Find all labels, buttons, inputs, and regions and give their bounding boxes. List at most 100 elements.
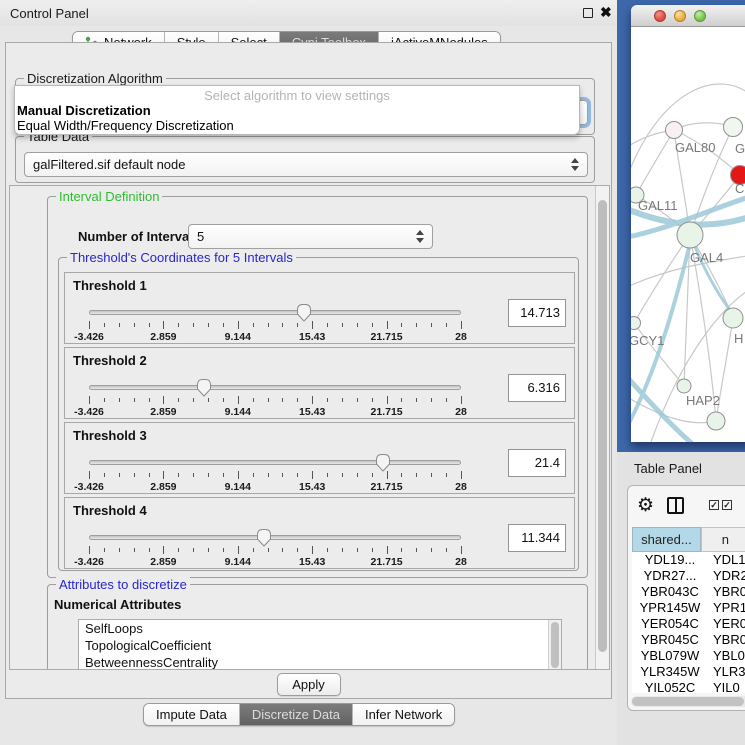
minimize-traffic-light-icon[interactable] xyxy=(674,10,686,22)
node-label: GAL4 xyxy=(690,250,723,265)
column-header-shared-name[interactable]: shared... xyxy=(632,527,701,552)
node-label: GAL80 xyxy=(675,140,715,155)
network-node[interactable] xyxy=(724,118,743,137)
table-cell[interactable]: YDR2 xyxy=(708,568,745,584)
column-header-name[interactable]: n xyxy=(701,527,745,552)
control-panel-titlebar: Control Panel ✖ xyxy=(0,0,617,26)
table-cell[interactable]: YBR0 xyxy=(708,584,745,600)
network-window-titlebar xyxy=(631,5,745,27)
algorithm-popup-placeholder: Select algorithm to view settings xyxy=(15,88,579,103)
table-horizontal-scrollbar[interactable] xyxy=(631,696,745,707)
threshold-2-slider-handle[interactable] xyxy=(196,378,213,397)
cyni-mode-tabs: Impute Data Discretize Data Infer Networ… xyxy=(143,703,455,726)
node-label: H xyxy=(734,331,743,346)
tab-infer-network[interactable]: Infer Network xyxy=(353,704,454,725)
table-toolbar: ⚙ ✓ ✓ xyxy=(628,492,745,522)
table-row[interactable]: YDL19...YDL1 xyxy=(632,552,745,568)
zoom-traffic-light-icon[interactable] xyxy=(694,10,706,22)
table-cell[interactable]: YDL1 xyxy=(708,552,745,568)
number-of-intervals-label: Number of Intervals xyxy=(78,229,200,244)
table-panel-section: Table Panel ⚙ ✓ ✓ shared... n YDL19...YD… xyxy=(617,452,745,745)
threshold-3-slider-track[interactable] xyxy=(89,460,461,465)
table-cell[interactable]: YLR345W xyxy=(632,664,708,680)
network-node[interactable] xyxy=(707,412,725,430)
table-row[interactable]: YBR043CYBR0 xyxy=(632,584,745,600)
tab-impute-data[interactable]: Impute Data xyxy=(144,704,240,725)
gear-icon[interactable]: ⚙ xyxy=(637,494,654,517)
threshold-1-label: Threshold 1 xyxy=(73,278,147,293)
table-cell[interactable]: YBL079W xyxy=(632,648,708,664)
threshold-4-value[interactable]: 11.344 xyxy=(508,524,566,552)
table-cell[interactable]: YDR27... xyxy=(632,568,708,584)
number-of-intervals-combobox[interactable]: 5 xyxy=(188,224,433,249)
threshold-3-slider-handle[interactable] xyxy=(374,453,391,472)
network-node[interactable] xyxy=(723,308,743,328)
list-scrollbar[interactable] xyxy=(548,620,561,670)
slider-ticks xyxy=(89,546,461,555)
network-node[interactable] xyxy=(666,122,683,139)
network-node[interactable] xyxy=(631,317,641,330)
table-cell[interactable]: YBR043C xyxy=(632,584,708,600)
table-cell[interactable]: YPR145W xyxy=(632,600,708,616)
threshold-4-slider-track[interactable] xyxy=(89,535,461,540)
desktop-background: GAL80 GA C GAL11 GAL4 GCY1 H HAP2 xyxy=(617,0,745,452)
table-row[interactable]: YER054CYER0 xyxy=(632,616,745,632)
threshold-1-slider-handle[interactable] xyxy=(295,303,312,322)
threshold-4-box: Threshold 4 -3.4262.8599.14415.4321.7152… xyxy=(64,497,575,569)
slider-ticks xyxy=(89,396,461,405)
settings-scrollbar[interactable] xyxy=(595,186,609,669)
close-traffic-light-icon[interactable] xyxy=(654,10,666,22)
attribute-item[interactable]: TopologicalCoefficient xyxy=(79,637,561,654)
table-row[interactable]: YIL052CYIL0 xyxy=(632,680,745,693)
popup-option-equal-width-frequency[interactable]: Equal Width/Frequency Discretization xyxy=(17,118,234,133)
number-of-intervals-value: 5 xyxy=(197,229,204,244)
threshold-2-slider-track[interactable] xyxy=(89,385,461,390)
cyni-toolbox-panel: Discretization Algorithm Select algorith… xyxy=(5,42,612,699)
table-cell[interactable]: YIL0 xyxy=(708,680,745,693)
table-cell[interactable]: YIL052C xyxy=(632,680,708,693)
table-row[interactable]: YBR045CYBR0 xyxy=(632,632,745,648)
table-cell[interactable]: YLR3 xyxy=(708,664,745,680)
threshold-1-slider-track[interactable] xyxy=(89,310,461,315)
table-data-group: Table Data galFiltered.sif default node xyxy=(15,136,595,183)
close-icon[interactable]: ✖ xyxy=(600,4,612,21)
popup-option-manual-discretization[interactable]: Manual Discretization xyxy=(17,103,151,118)
numerical-attributes-list[interactable]: SelfLoopsTopologicalCoefficientBetweenne… xyxy=(78,619,562,670)
attribute-item[interactable]: BetweennessCentrality xyxy=(79,654,561,670)
thresholds-group-title: Threshold's Coordinates for 5 Intervals xyxy=(67,250,296,265)
attribute-item[interactable]: SelfLoops xyxy=(79,620,561,637)
checkbox-icon[interactable]: ✓ xyxy=(722,500,732,510)
network-node[interactable] xyxy=(677,379,691,393)
table-cell[interactable]: YPR1 xyxy=(708,600,745,616)
table-cell[interactable]: YBL0 xyxy=(708,648,745,664)
table-data-combobox[interactable]: galFiltered.sif default node xyxy=(24,152,588,177)
network-canvas[interactable]: GAL80 GA C GAL11 GAL4 GCY1 H HAP2 xyxy=(631,27,745,442)
split-pane-icon[interactable] xyxy=(667,497,684,514)
table-row[interactable]: YPR145WYPR1 xyxy=(632,600,745,616)
network-view-window: GAL80 GA C GAL11 GAL4 GCY1 H HAP2 xyxy=(631,5,745,442)
discretization-algorithm-title: Discretization Algorithm xyxy=(24,71,166,86)
threshold-4-slider-handle[interactable] xyxy=(255,528,272,547)
table-cell[interactable]: YBR0 xyxy=(708,632,745,648)
apply-button[interactable]: Apply xyxy=(277,673,341,696)
tab-discretize-data[interactable]: Discretize Data xyxy=(240,704,353,725)
table-row[interactable]: YDR27...YDR2 xyxy=(632,568,745,584)
network-graph: GAL80 GA C GAL11 GAL4 GCY1 H HAP2 xyxy=(631,27,745,442)
table-cell[interactable]: YER0 xyxy=(708,616,745,632)
threshold-3-value[interactable]: 21.4 xyxy=(508,449,566,477)
thresholds-group: Threshold's Coordinates for 5 Intervals … xyxy=(58,257,579,571)
network-node[interactable] xyxy=(677,222,703,248)
table-cell[interactable]: YBR045C xyxy=(632,632,708,648)
float-window-icon[interactable] xyxy=(583,8,593,18)
table-row[interactable]: YBL079WYBL0 xyxy=(632,648,745,664)
checkbox-icon[interactable]: ✓ xyxy=(709,500,719,510)
table-cell[interactable]: YER054C xyxy=(632,616,708,632)
threshold-1-value[interactable]: 14.713 xyxy=(508,299,566,327)
slider-ticks xyxy=(89,321,461,330)
table-row[interactable]: YLR345WYLR3 xyxy=(632,664,745,680)
threshold-4-label: Threshold 4 xyxy=(73,503,147,518)
slider-ticks xyxy=(89,471,461,480)
table-cell[interactable]: YDL19... xyxy=(632,552,708,568)
threshold-2-value[interactable]: 6.316 xyxy=(508,374,566,402)
node-label: GA xyxy=(735,141,745,156)
